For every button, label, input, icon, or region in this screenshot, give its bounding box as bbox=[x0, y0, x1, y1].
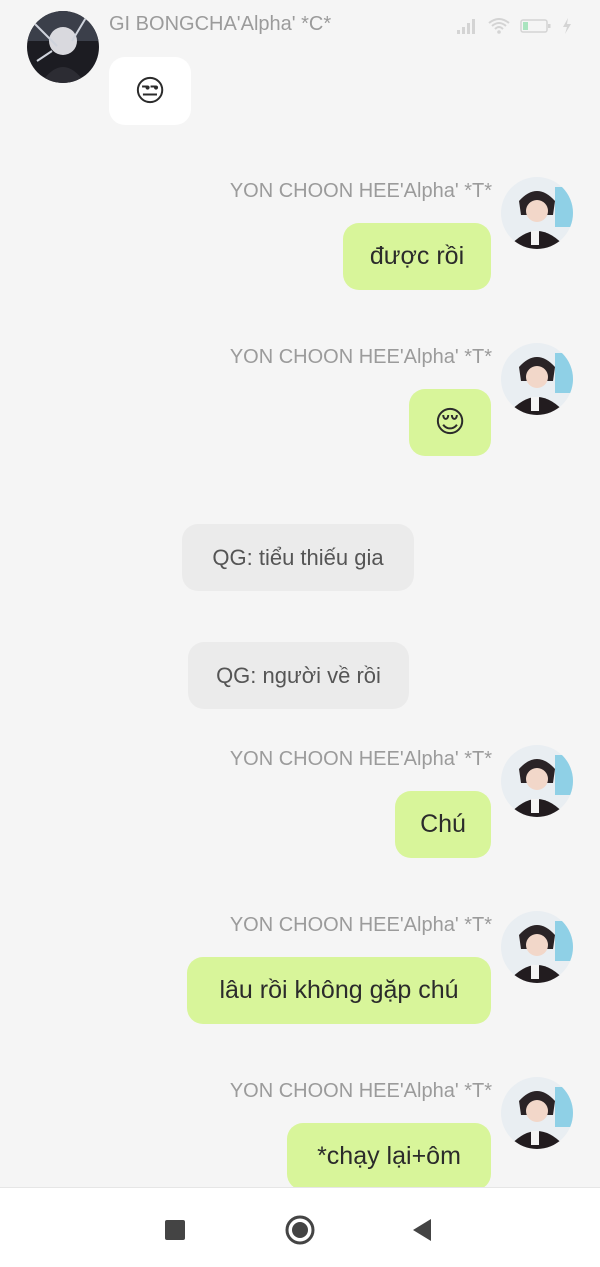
sender-name: YON CHOON HEE'Alpha' *T* bbox=[229, 914, 492, 936]
avatar-gi-bongcha[interactable] bbox=[27, 11, 99, 83]
sender-name: YON CHOON HEE'Alpha' *T* bbox=[229, 748, 492, 770]
navigation-bar bbox=[0, 1187, 600, 1267]
avatar-yon-choon-hee[interactable] bbox=[501, 1077, 573, 1149]
charging-icon bbox=[563, 18, 571, 34]
message-bubble[interactable]: 😒 bbox=[109, 57, 191, 125]
signal-icon bbox=[457, 19, 475, 34]
status-bar bbox=[456, 18, 572, 34]
message-bubble[interactable]: được rồi bbox=[343, 223, 491, 290]
sender-name: YON CHOON HEE'Alpha' *T* bbox=[229, 346, 492, 368]
back-button[interactable] bbox=[402, 1210, 442, 1250]
home-button[interactable] bbox=[280, 1210, 320, 1250]
battery-icon bbox=[520, 19, 551, 33]
recent-apps-button[interactable] bbox=[155, 1210, 195, 1250]
avatar-yon-choon-hee[interactable] bbox=[501, 343, 573, 415]
back-icon bbox=[413, 1219, 431, 1241]
avatar-yon-choon-hee[interactable] bbox=[501, 911, 573, 983]
sender-name: YON CHOON HEE'Alpha' *T* bbox=[229, 1080, 492, 1102]
wifi-icon bbox=[488, 18, 510, 34]
sender-name: YON CHOON HEE'Alpha' *T* bbox=[229, 180, 492, 202]
system-message: QG: người về rồi bbox=[188, 642, 409, 709]
system-message: QG: tiểu thiếu gia bbox=[182, 524, 414, 591]
relieved-emoji: 😌 bbox=[434, 406, 466, 439]
home-icon bbox=[285, 1215, 315, 1245]
unamused-emoji: 😒 bbox=[134, 74, 166, 108]
message-bubble[interactable]: 😌 bbox=[409, 389, 491, 456]
sender-name: GI BONGCHA'Alpha' *C* bbox=[109, 13, 332, 35]
message-bubble[interactable]: *chạy lại+ôm bbox=[287, 1123, 491, 1190]
recent-apps-icon bbox=[165, 1220, 185, 1240]
chat-screen: GI BONGCHA'Alpha' *C* 😒 YON CHOON HEE'Al… bbox=[0, 0, 600, 1267]
message-bubble[interactable]: lâu rồi không gặp chú bbox=[187, 957, 491, 1024]
avatar-yon-choon-hee[interactable] bbox=[501, 177, 573, 249]
avatar-yon-choon-hee[interactable] bbox=[501, 745, 573, 817]
message-bubble[interactable]: Chú bbox=[395, 791, 491, 858]
